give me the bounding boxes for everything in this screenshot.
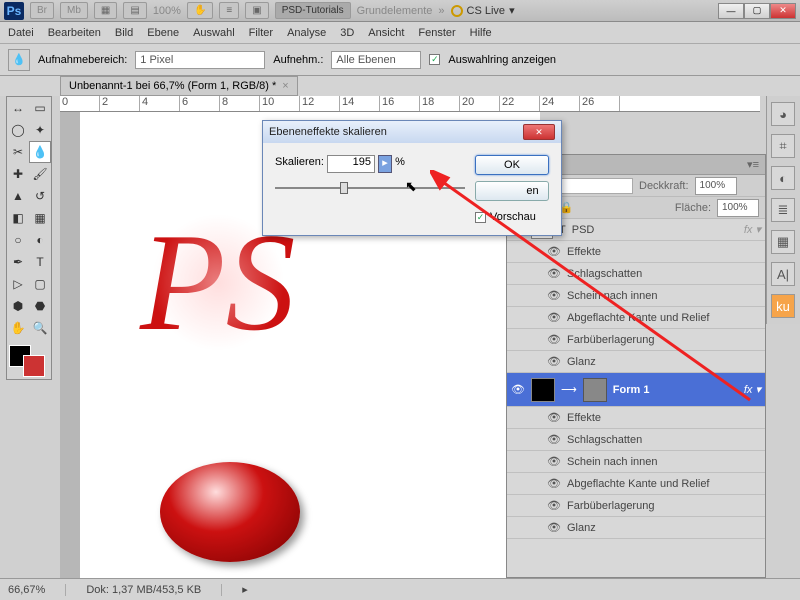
- masks-panel-icon[interactable]: ◐: [771, 166, 795, 190]
- crop-tool[interactable]: ✂: [7, 141, 29, 163]
- menu-hilfe[interactable]: Hilfe: [470, 27, 492, 39]
- layer-form1-effects[interactable]: 👁Effekte: [507, 407, 765, 429]
- zoom-level[interactable]: 100%: [153, 5, 181, 17]
- effect2-schein[interactable]: 👁Schein nach innen: [507, 451, 765, 473]
- workspace-psdtut[interactable]: PSD-Tutorials: [275, 2, 351, 19]
- hand-icon[interactable]: ✋: [187, 2, 213, 19]
- status-doc-size[interactable]: Dok: 1,37 MB/453,5 KB: [86, 584, 222, 596]
- adjustments-panel-icon[interactable]: ⌗: [771, 134, 795, 158]
- rows-icon[interactable]: ≡: [219, 2, 239, 19]
- eyedropper-tool[interactable]: 💧: [29, 141, 51, 163]
- auswahlring-checkbox[interactable]: ✓: [429, 54, 440, 65]
- sample-size-dropdown[interactable]: 1 Pixel: [135, 51, 265, 69]
- aufnehmen-label: Aufnehm.:: [273, 54, 323, 66]
- color-panel-icon[interactable]: ◕: [771, 102, 795, 126]
- menu-auswahl[interactable]: Auswahl: [193, 27, 235, 39]
- more-icon[interactable]: »: [438, 5, 444, 17]
- eyedropper-icon[interactable]: 💧: [8, 49, 30, 71]
- history-brush-tool[interactable]: ↺: [29, 185, 51, 207]
- menu-analyse[interactable]: Analyse: [287, 27, 326, 39]
- menu-bearbeiten[interactable]: Bearbeiten: [48, 27, 101, 39]
- document-tab-title: Unbenannt-1 bei 66,7% (Form 1, RGB/8) *: [69, 80, 276, 92]
- bridge-button[interactable]: Br: [30, 2, 54, 19]
- status-zoom[interactable]: 66,67%: [8, 584, 66, 596]
- menu-bild[interactable]: Bild: [115, 27, 133, 39]
- sample-layers-dropdown[interactable]: Alle Ebenen: [331, 51, 421, 69]
- photoshop-logo: Ps: [4, 2, 24, 20]
- color-swatches[interactable]: [7, 343, 47, 379]
- hand-tool[interactable]: ✋: [7, 317, 29, 339]
- eraser-tool[interactable]: ◧: [7, 207, 29, 229]
- tool-palette: ↔ ▭ ◯ ✦ ✂ 💧 ✚ 🖌 ▲ ↺ ◧ ▦ ○ ◐ ✒ T ▷ ▢ ⬢ ⬣ …: [6, 96, 52, 380]
- status-more-icon[interactable]: ▸: [242, 583, 248, 596]
- 3d-tool[interactable]: ⬢: [7, 295, 29, 317]
- workspace-grundelemente[interactable]: Grundelemente: [357, 5, 433, 17]
- dodge-tool[interactable]: ◐: [29, 229, 51, 251]
- close-button[interactable]: ✕: [770, 3, 796, 19]
- stamp-tool[interactable]: ▲: [7, 185, 29, 207]
- heal-tool[interactable]: ✚: [7, 163, 29, 185]
- type-tool[interactable]: T: [29, 251, 51, 273]
- menu-fenster[interactable]: Fenster: [418, 27, 455, 39]
- pen-tool[interactable]: ✒: [7, 251, 29, 273]
- move-tool[interactable]: ↔: [7, 97, 29, 119]
- scale-input[interactable]: 195: [327, 155, 375, 173]
- brush-tool[interactable]: 🖌: [29, 163, 51, 185]
- menu-datei[interactable]: Datei: [8, 27, 34, 39]
- screen-mode-icon[interactable]: ▣: [245, 2, 268, 19]
- blur-tool[interactable]: ○: [7, 229, 29, 251]
- effect2-abgeflacht[interactable]: 👁Abgeflachte Kante und Relief: [507, 473, 765, 495]
- annotation-arrow: [430, 170, 760, 410]
- artwork-ellipse: [160, 462, 300, 562]
- document-tab[interactable]: Unbenannt-1 bei 66,7% (Form 1, RGB/8) * …: [60, 76, 298, 96]
- grid-icon[interactable]: ▦: [94, 2, 117, 19]
- scale-stepper[interactable]: ▸: [378, 155, 392, 173]
- wand-tool[interactable]: ✦: [29, 119, 51, 141]
- right-dock: ◕ ⌗ ◐ ≣ ▦ A| ku: [766, 96, 800, 324]
- effect2-schlagschatten[interactable]: 👁Schlagschatten: [507, 429, 765, 451]
- gradient-tool[interactable]: ▦: [29, 207, 51, 229]
- scale-label: Skalieren:: [275, 156, 324, 168]
- menu-ansicht[interactable]: Ansicht: [368, 27, 404, 39]
- cslive-ring-icon: [451, 5, 463, 17]
- menu-ebene[interactable]: Ebene: [147, 27, 179, 39]
- zoom-tool[interactable]: 🔍: [29, 317, 51, 339]
- horizontal-ruler: 02 46 810 1214 1618 2022 2426: [60, 96, 760, 112]
- menu-bar: Datei Bearbeiten Bild Ebene Auswahl Filt…: [0, 22, 800, 44]
- path-select-tool[interactable]: ▷: [7, 273, 29, 295]
- status-bar: 66,67% Dok: 1,37 MB/453,5 KB ▸: [0, 578, 800, 600]
- lasso-tool[interactable]: ◯: [7, 119, 29, 141]
- menu-3d[interactable]: 3D: [340, 27, 354, 39]
- minimize-button[interactable]: —: [718, 3, 744, 19]
- 3d-camera-tool[interactable]: ⬣: [29, 295, 51, 317]
- kuler-panel-icon[interactable]: ku: [771, 294, 795, 318]
- history-panel-icon[interactable]: ≣: [771, 198, 795, 222]
- dialog-title: Ebeneneffekte skalieren: [269, 126, 387, 138]
- shape-tool[interactable]: ▢: [29, 273, 51, 295]
- background-swatch[interactable]: [23, 355, 45, 377]
- dialog-close-button[interactable]: ✕: [523, 124, 555, 140]
- mini-bridge-button[interactable]: Mb: [60, 2, 88, 19]
- menu-filter[interactable]: Filter: [249, 27, 273, 39]
- slider-thumb[interactable]: [340, 182, 348, 194]
- marquee-tool[interactable]: ▭: [29, 97, 51, 119]
- percent-label: %: [395, 156, 405, 168]
- maximize-button[interactable]: ▢: [744, 3, 770, 19]
- character-panel-icon[interactable]: A|: [771, 262, 795, 286]
- swatches-panel-icon[interactable]: ▦: [771, 230, 795, 254]
- effect2-glanz[interactable]: 👁Glanz: [507, 517, 765, 539]
- tab-close-icon[interactable]: ×: [282, 80, 288, 92]
- auswahlring-label: Auswahlring anzeigen: [448, 54, 556, 66]
- effect2-farbueberlagerung[interactable]: 👁Farbüberlagerung: [507, 495, 765, 517]
- aufnahmebereich-label: Aufnahmebereich:: [38, 54, 127, 66]
- ruler-icon[interactable]: ▤: [123, 2, 146, 19]
- cslive-button[interactable]: CS Live ▾: [451, 4, 515, 17]
